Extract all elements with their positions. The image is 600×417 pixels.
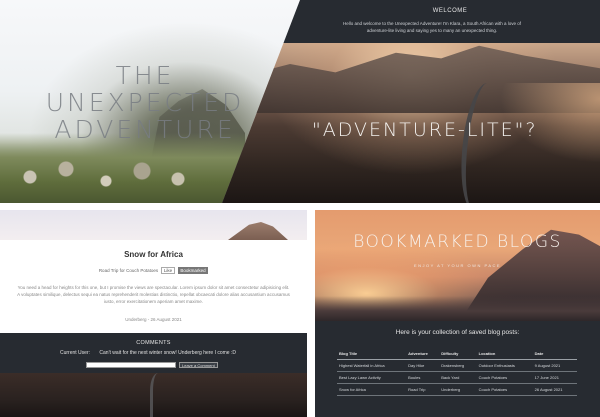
comments-section: COMMENTS Current User: Can't wait for th… [0,333,307,417]
bookmarks-table: Blog Title Adventure Difficulty Location… [337,348,577,396]
welcome-text: Hello and welcome to the Unexpected Adve… [343,21,521,33]
column-header-adventure: Adventure [406,348,440,360]
table-row[interactable]: Highest Waterfall in Africa Day Hike Dra… [337,359,577,372]
column-header-difficulty: Difficulty [439,348,477,360]
post-meta: Road Trip for Couch Potatoes Like Bookma… [0,267,307,274]
difficulty-cell: Back Yard [439,371,477,384]
column-header-date: Date [532,348,577,360]
table-header-row: Blog Title Adventure Difficulty Location… [337,348,577,360]
location-cell: Outdoor Enthusiasts [476,359,533,372]
date-cell: 9 August 2021 [532,359,577,372]
like-tag[interactable]: Like [161,267,175,274]
comment-text: Can't wait for the next winter snow! Und… [99,350,236,356]
bookmarked-tag[interactable]: Bookmarked [177,267,209,274]
comments-heading: COMMENTS [136,340,171,346]
bookmarked-blogs-subtitle: ENJOY AT YOUR OWN PACE [413,263,502,268]
leave-comment-button[interactable]: Leave a Comment [179,362,218,368]
post-category[interactable]: Road Trip for Couch Potatoes [99,268,158,273]
comment-user-label: Current User: [60,350,91,356]
comments-background-photo [0,373,307,417]
date-cell: 26 August 2021 [532,383,577,396]
location-cell: Couch Potatoes [476,371,533,384]
site-title-line-2: ADVENTURE [54,115,236,144]
column-header-blog-title: Blog Title [337,348,407,360]
column-header-location: Location [476,348,533,360]
adventure-cell: Boules [406,371,440,384]
bookmarks-intro: Here is your collection of saved blog po… [395,329,520,336]
blog-title-cell[interactable]: Snow for Africa [337,383,407,396]
post-date: 26 August 2021 [150,317,182,322]
hero-shrubs-graphic [10,153,210,193]
blog-post-panel: Snow for Africa Road Trip for Couch Pota… [0,210,307,417]
road-graphic [150,373,170,417]
adventure-cell: Day Hike [406,359,440,372]
mountain-peak-graphic [228,222,288,240]
table-row[interactable]: Best Lazy Lawn Activity Boules Back Yard… [337,371,577,384]
shoreline-graphic [315,296,600,321]
comment-input[interactable] [86,362,176,368]
adventure-cell: Road Trip [406,383,440,396]
post-body: You need a head for heights for this one… [17,285,290,304]
post-title: Snow for Africa [124,250,183,259]
welcome-heading: WELCOME [432,8,468,14]
post-location: Underberg [125,317,147,322]
adventure-lite-tagline: "ADVENTURE-LITE"? [312,119,538,141]
comment-entry: Current User: Can't wait for the next wi… [60,350,236,356]
bookmarked-blogs-title: BOOKMARKED BLOGS [353,232,562,252]
date-cell: 17 June 2021 [532,371,577,384]
bookmarked-blogs-panel: BOOKMARKED BLOGS ENJOY AT YOUR OWN PACE … [315,210,600,417]
difficulty-cell: Drakensberg [439,359,477,372]
blog-title-cell[interactable]: Highest Waterfall in Africa [337,359,407,372]
blog-title-cell[interactable]: Best Lazy Lawn Activity [337,371,407,384]
site-title: THE UNEXPECTED ADVENTURE [20,62,270,143]
post-banner-image [0,210,307,240]
site-title-line-1: THE UNEXPECTED [45,61,245,117]
post-footer: Underberg - 26 August 2021 [125,317,182,322]
table-row[interactable]: Snow for Africa Road Trip Underberg Couc… [337,383,577,396]
difficulty-cell: Underberg [439,383,477,396]
location-cell: Couch Potatoes [476,383,533,396]
